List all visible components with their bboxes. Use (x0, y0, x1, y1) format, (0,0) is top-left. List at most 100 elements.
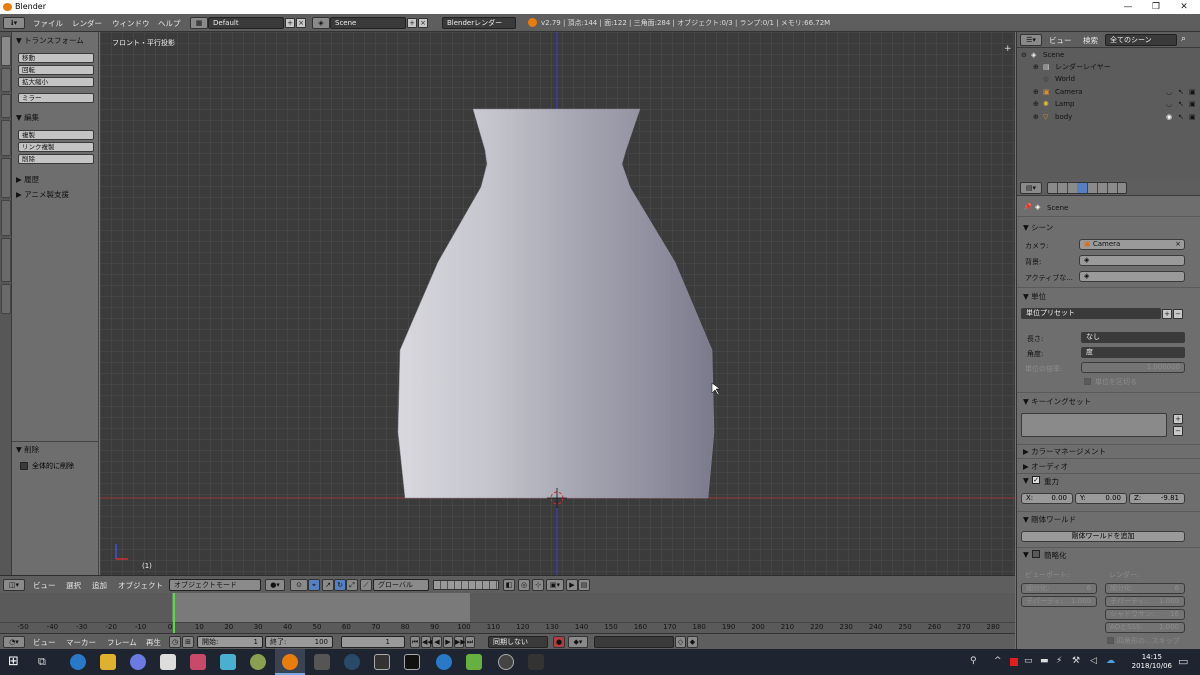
prev-keyframe-icon[interactable]: ◀◀ (421, 636, 433, 648)
translate-manip-icon[interactable]: ↗ (322, 579, 334, 591)
person-icon[interactable]: ⚲ (970, 656, 977, 666)
pin-icon[interactable]: 📌 (1023, 203, 1032, 211)
lock-layers-icon[interactable]: ◧ (503, 579, 515, 591)
remove-preset-icon[interactable]: − (1173, 309, 1183, 319)
outliner-row-lamp[interactable]: ⊕ ✺ Lamp ◡ ↖ ▣ (1017, 98, 1200, 110)
angle-unit-selector[interactable]: 度 (1081, 347, 1185, 358)
remove-layout-icon[interactable]: × (296, 18, 306, 28)
3d-viewport[interactable]: フロント・平行投影 (1) + (100, 32, 1015, 575)
scene-icon[interactable]: ◈ (312, 17, 330, 29)
gravity-panel-header[interactable]: 重力 (1044, 476, 1059, 487)
keying-set-field[interactable] (594, 636, 674, 648)
remove-scene-icon[interactable]: × (418, 18, 428, 28)
add-scene-icon[interactable]: + (407, 18, 417, 28)
simplify-panel-header[interactable]: 簡略化 (1044, 550, 1067, 561)
onedrive-icon[interactable]: ☁ (1106, 656, 1115, 666)
tab-tools[interactable] (1, 36, 11, 66)
timeline-ruler[interactable] (0, 622, 1015, 633)
scale-button[interactable]: 拡大縮小 (18, 77, 94, 87)
separate-units-checkbox[interactable] (1084, 378, 1091, 385)
proportional-edit-icon[interactable]: ◎ (518, 579, 530, 591)
render-subdivision-field[interactable]: 細分化: 6 (1105, 583, 1185, 594)
outliner[interactable]: ☰▾ ビュー 検索 全てのシーン ⌕ ⊖ ◈ Scene ⊕ ▤ レンダーレイヤー … (1016, 32, 1200, 180)
app-icon-10[interactable] (528, 654, 544, 670)
scene-panel-header[interactable]: ▼ シーン (1023, 222, 1053, 233)
sync-selector[interactable]: 同期しない (488, 636, 548, 648)
audio-panel-header[interactable]: ▶ オーディオ (1023, 461, 1068, 472)
lock-range-icon[interactable]: ⊞ (182, 636, 194, 648)
jump-start-icon[interactable]: ⏮ (410, 636, 420, 648)
menu-help[interactable]: ヘルプ (158, 18, 181, 29)
terminal-icon[interactable] (404, 654, 420, 670)
network-icon[interactable]: ⚡ (1056, 656, 1062, 666)
tray-icon-2[interactable]: ▭ (1024, 656, 1033, 666)
properties-editor[interactable]: ▤▾ 📌 ◈ Scene ▼ シーン カメラ: ▣ Camera × 背景: ◈… (1016, 180, 1200, 649)
editor-type-icon-3d[interactable]: ◫▾ (3, 579, 25, 591)
browser-icon[interactable] (70, 654, 86, 670)
tab-extra[interactable] (1, 284, 11, 314)
tab-grease-pencil[interactable] (1, 200, 11, 236)
delete-button[interactable]: 削除 (18, 154, 94, 164)
delete-keyframe-icon[interactable]: ◆ (687, 636, 698, 648)
translate-button[interactable]: 移動 (18, 53, 94, 63)
select-icon[interactable]: ↖ (1178, 98, 1184, 110)
scale-manip-icon[interactable]: ⤢ (346, 579, 358, 591)
end-frame-field[interactable]: 終了: 100 (265, 636, 333, 648)
app-icon-9[interactable] (498, 654, 514, 670)
outliner-row-camera[interactable]: ⊕ ▣ Camera ◡ ↖ ▣ (1017, 86, 1200, 98)
menu-select[interactable]: 選択 (66, 580, 81, 591)
operator-panel-header[interactable]: ▼ 削除 (16, 444, 39, 455)
outliner-row-renderlayers[interactable]: ⊕ ▤ レンダーレイヤー (1017, 61, 1200, 73)
timeline[interactable]: -50 -40 -30 -20 -10 0 10 20 30 40 50 60 70 80 90 100 110… (0, 593, 1015, 633)
menu-file[interactable]: ファイル (33, 18, 63, 29)
visibility-icon[interactable]: ◉ (1166, 111, 1172, 123)
search-icon[interactable]: ⌕ (1181, 34, 1186, 44)
add-keying-set-icon[interactable]: + (1173, 414, 1183, 424)
preview-range-icon[interactable]: ◷ (169, 636, 181, 648)
current-frame-field[interactable]: 1 (341, 636, 405, 648)
add-layout-icon[interactable]: + (285, 18, 295, 28)
keying-sets-list[interactable] (1021, 413, 1167, 437)
color-management-panel-header[interactable]: ▶ カラーマネージメント (1023, 446, 1106, 457)
select-icon[interactable]: ↖ (1178, 86, 1184, 98)
usb-icon[interactable]: ⚒ (1072, 656, 1080, 666)
folder-tray-icon[interactable]: ▬ (1040, 656, 1049, 666)
playhead[interactable] (173, 593, 175, 633)
volume-icon[interactable]: ◁ (1090, 656, 1097, 666)
camera-field[interactable]: ▣ Camera × (1079, 239, 1185, 250)
remove-keying-set-icon[interactable]: − (1173, 426, 1183, 436)
app-icon-2[interactable] (190, 654, 206, 670)
active-movieclip-field[interactable]: ◈ (1079, 271, 1185, 282)
simplify-checkbox[interactable] (1032, 550, 1040, 558)
pivot-icon[interactable]: ⊙ (290, 579, 308, 591)
scene-tab-icon[interactable] (1077, 183, 1087, 193)
select-icon[interactable]: ↖ (1178, 111, 1184, 123)
menu-view-3d[interactable]: ビュー (33, 580, 56, 591)
orientation-selector[interactable]: グローバル (373, 579, 429, 591)
start-icon[interactable]: ⊞ (8, 655, 19, 669)
app-icon-8[interactable] (466, 654, 482, 670)
tab-physics[interactable] (1, 158, 11, 198)
outliner-row-scene[interactable]: ⊖ ◈ Scene (1017, 49, 1200, 61)
task-view-icon[interactable]: ⧉ (38, 655, 46, 669)
rotate-manip-icon[interactable]: ↻ (334, 579, 346, 591)
discord-icon[interactable] (130, 654, 146, 670)
duplicate-button[interactable]: 複製 (18, 130, 94, 140)
menu-view-outliner[interactable]: ビュー (1049, 35, 1072, 46)
region-expand-icon[interactable]: + (1004, 44, 1012, 54)
length-unit-selector[interactable]: なし (1081, 332, 1185, 343)
gravity-x-field[interactable]: X: 0.00 (1021, 493, 1073, 504)
skip-quad-checkbox[interactable] (1107, 637, 1114, 644)
add-rigid-body-world-button[interactable]: 剛体ワールドを追加 (1021, 531, 1185, 542)
tab-create[interactable] (1, 68, 11, 92)
unit-scale-field[interactable]: 1.000000 (1081, 362, 1185, 373)
menu-window[interactable]: ウィンドウ (112, 18, 150, 29)
display-mode-selector[interactable]: 全てのシーン (1105, 34, 1177, 46)
jump-end-icon[interactable]: ⏭ (465, 636, 475, 648)
play-icon[interactable]: ▶ (443, 636, 453, 648)
editor-type-icon-outliner[interactable]: ☰▾ (1020, 34, 1042, 46)
clear-icon[interactable]: × (1175, 240, 1181, 249)
visibility-icon[interactable]: ◡ (1166, 98, 1172, 110)
viewport-subdivision-field[interactable]: 細分化: 6 (1021, 583, 1097, 594)
global-delete-checkbox[interactable] (20, 462, 28, 470)
